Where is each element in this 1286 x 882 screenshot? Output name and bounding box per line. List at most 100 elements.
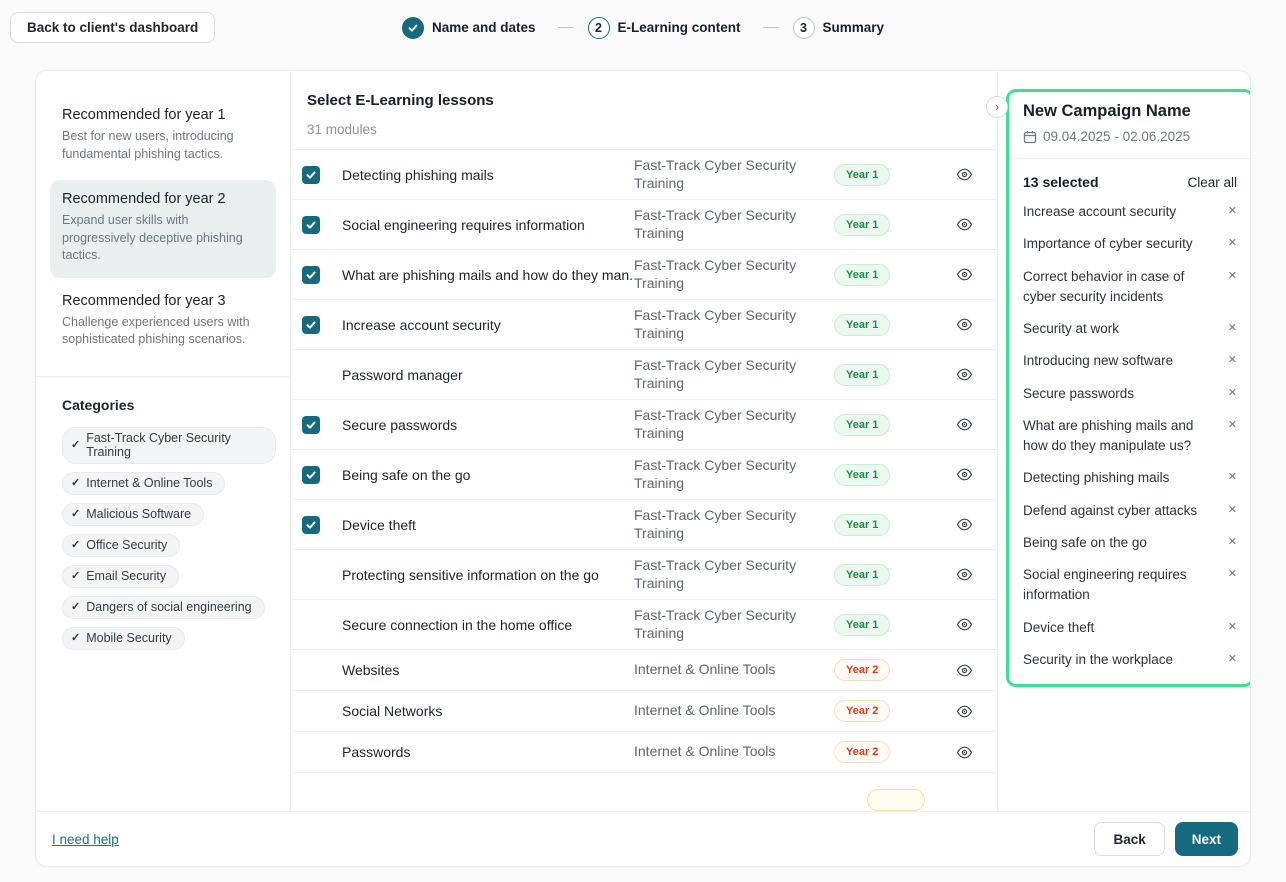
lesson-category: Fast-Track Cyber Security Training [634,457,834,492]
preview-button[interactable] [934,746,994,759]
preview-button[interactable] [934,705,994,718]
remove-icon[interactable]: ✕ [1228,351,1237,371]
remove-icon[interactable]: ✕ [1228,319,1237,339]
help-link[interactable]: I need help [52,832,119,847]
eye-icon [956,568,973,581]
lesson-row: Being safe on the go Fast-Track Cyber Se… [291,450,997,500]
preview-button[interactable] [934,468,994,481]
selected-count: 13 selected [1023,174,1099,190]
lesson-checkbox[interactable] [302,789,320,807]
wizard-footer: I need help Back Next [36,811,1250,866]
category-chip[interactable]: ✓ Fast-Track Cyber Security Training [62,427,276,464]
category-chip[interactable]: ✓ Mobile Security [62,627,185,650]
lesson-checkbox[interactable] [302,266,320,284]
eye-icon [956,268,973,281]
back-button[interactable]: Back [1094,822,1164,856]
lesson-checkbox[interactable] [302,316,320,334]
campaign-summary-panel: New Campaign Name 09.04.2025 - 02.06.202… [1006,89,1250,687]
recommendation-description: Expand user skills with progressively de… [62,212,264,265]
preview-button[interactable] [934,518,994,531]
lesson-checkbox[interactable] [302,616,320,634]
remove-icon[interactable]: ✕ [1228,533,1237,553]
eye-icon [956,318,973,331]
lesson-checkbox[interactable] [302,702,320,720]
lesson-checkbox[interactable] [302,216,320,234]
selected-lesson-item: Security in the workplace ✕ [1023,650,1237,670]
remove-icon[interactable]: ✕ [1228,416,1237,457]
lesson-checkbox[interactable] [302,366,320,384]
year-badge: Year 1 [834,214,890,236]
stepper-step[interactable]: 2 E-Learning content [588,17,749,39]
lesson-title: Websites [342,662,634,678]
stepper-step[interactable]: 3 Summary [793,17,885,39]
selected-lesson-item: Introducing new software ✕ [1023,351,1237,371]
lesson-checkbox[interactable] [302,516,320,534]
next-button[interactable]: Next [1175,822,1238,856]
year-badge: Year 1 [834,514,890,536]
category-chip-label: Office Security [86,538,167,552]
eye-icon [956,168,973,181]
lesson-title: What are phishing mails and how do they … [342,267,634,283]
lesson-title: Being safe on the go [342,467,634,483]
lesson-row: Social engineering requires information … [291,200,997,250]
remove-icon[interactable]: ✕ [1228,501,1237,521]
preview-button[interactable] [934,618,994,631]
recommendation-item[interactable]: Recommended for year 3 Challenge experie… [50,282,276,362]
preview-button[interactable] [934,568,994,581]
selected-lesson-label: Defend against cyber attacks [1023,501,1228,521]
remove-icon[interactable]: ✕ [1228,384,1237,404]
category-chip[interactable]: ✓ Office Security [62,534,180,557]
lesson-checkbox[interactable] [302,661,320,679]
check-icon [305,269,317,281]
preview-button[interactable] [934,318,994,331]
selected-lesson-label: Being safe on the go [1023,533,1228,553]
lesson-title: Secure connection in the home office [342,617,634,633]
preview-button[interactable] [934,368,994,381]
remove-icon[interactable]: ✕ [1228,202,1237,222]
remove-icon[interactable]: ✕ [1228,267,1237,308]
category-chip[interactable]: ✓ Email Security [62,565,179,588]
lesson-checkbox[interactable] [302,743,320,761]
lesson-checkbox[interactable] [302,416,320,434]
lesson-category: Fast-Track Cyber Security Training [634,607,834,642]
year-badge: Year 1 [834,364,890,386]
remove-icon[interactable]: ✕ [1228,468,1237,488]
calendar-icon [1023,130,1037,144]
recommendation-item[interactable]: Recommended for year 1 Best for new user… [50,96,276,176]
top-bar: Back to client's dashboard Name and date… [0,0,1286,55]
recommendation-item[interactable]: Recommended for year 2 Expand user skill… [50,180,276,278]
collapse-panel-button chevron-right-icon[interactable]: › [986,96,1008,118]
stepper-step[interactable]: Name and dates [402,17,544,39]
recommendation-title: Recommended for year 1 [62,107,264,123]
selected-lesson-label: Security at work [1023,319,1228,339]
remove-icon[interactable]: ✕ [1228,234,1237,254]
check-icon: ✓ [71,538,80,551]
lesson-checkbox[interactable] [302,566,320,584]
lesson-title: Protecting sensitive information on the … [342,567,634,583]
preview-button[interactable] [934,418,994,431]
remove-icon[interactable]: ✕ [1228,618,1237,638]
preview-button[interactable] [934,168,994,181]
clear-all-button[interactable]: Clear all [1187,175,1237,190]
remove-icon[interactable]: ✕ [1228,650,1237,670]
preview-button[interactable] [934,268,994,281]
lesson-category: Fast-Track Cyber Security Training [634,307,834,342]
lesson-checkbox[interactable] [302,166,320,184]
selected-lesson-label: Secure passwords [1023,384,1228,404]
category-chip[interactable]: ✓ Dangers of social engineering [62,596,265,619]
step-circle: 3 [793,17,815,39]
lesson-row: Increase account security Fast-Track Cyb… [291,300,997,350]
selected-lesson-label: Security in the workplace [1023,650,1228,670]
check-icon: ✓ [71,600,80,613]
category-chip[interactable]: ✓ Malicious Software [62,503,204,526]
modules-count: 31 modules [307,122,981,137]
category-chip-label: Mobile Security [86,631,171,645]
preview-button[interactable] [934,664,994,677]
category-chip[interactable]: ✓ Internet & Online Tools [62,472,225,495]
lesson-checkbox[interactable] [302,466,320,484]
remove-icon[interactable]: ✕ [1228,565,1237,606]
selected-lesson-item: Security at work ✕ [1023,319,1237,339]
category-chip-label: Fast-Track Cyber Security Training [86,431,263,459]
back-to-dashboard-button[interactable]: Back to client's dashboard [10,12,215,43]
preview-button[interactable] [934,218,994,231]
